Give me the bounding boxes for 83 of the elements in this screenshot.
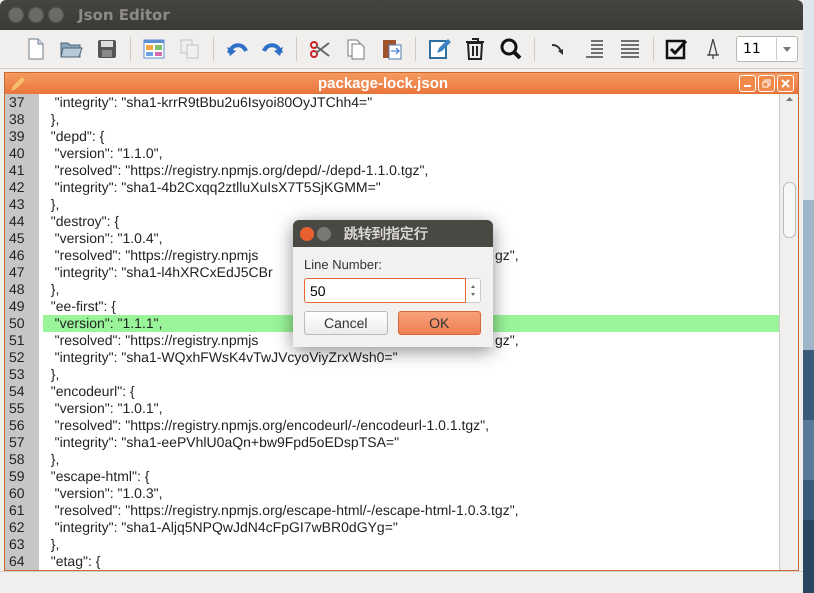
line-number: 48 (5, 281, 39, 298)
line-number-field[interactable]: 50 (304, 278, 466, 303)
trash-icon (463, 37, 487, 61)
line-number: 51 (5, 332, 39, 349)
ok-button[interactable]: OK (398, 311, 481, 335)
line-number: 46 (5, 247, 39, 264)
justify-lines-icon (618, 37, 642, 61)
code-text: "integrity": "sha1-l4hXRCxEdJ5CBr (54, 264, 273, 281)
paste-icon (380, 37, 404, 61)
line-number: 39 (5, 128, 39, 145)
code-text: "resolved": "https://registry.npmjs.org/depd/-/depd-1.1.0.tgz", (54, 162, 428, 179)
scroll-thumb[interactable] (782, 182, 796, 238)
search-icon (499, 37, 523, 61)
document-title: package-lock.json (316, 75, 450, 92)
code-text: "destroy": { (50, 213, 120, 230)
line-number: 62 (5, 519, 39, 536)
code-text: gz", (495, 332, 519, 349)
line-number: 52 (5, 349, 39, 366)
code-text: "integrity": "sha1-4b2Cxqq2ztlluXuIsX7T5SjKGMM=" (54, 179, 381, 196)
line-number: 59 (5, 468, 39, 485)
field-label: Line Number: (304, 257, 384, 272)
code-text: "version": "1.0.3", (54, 485, 162, 502)
code-text: }, (50, 111, 60, 128)
code-text: "resolved": "https://registry.npmjs.org/encodeurl/-/encodeurl-1.0.1.tgz", (54, 417, 490, 434)
line-number: 43 (5, 196, 39, 213)
line-number: 60 (5, 485, 39, 502)
code-text: "integrity": "sha1-Aljq5NPQwJdN4cFpGI7wBR0dGYg=" (54, 519, 398, 536)
code-text: "integrity": "sha1-eePVhlU0aQn+bw9Fpd5oEDspTSA=" (54, 434, 400, 451)
line-number: 58 (5, 451, 39, 468)
line-number: 42 (5, 179, 39, 196)
line-number: 47 (5, 264, 39, 281)
line-number: 40 (5, 145, 39, 162)
code-text: gz", (495, 247, 519, 264)
code-text: "integrity": "sha1-krrR9tBbu2u6Isyoi80OyJTChh4=" (54, 94, 372, 111)
scroll-up-icon (784, 96, 794, 102)
line-number: 54 (5, 383, 39, 400)
checkbox-icon (665, 37, 689, 61)
code-text: "integrity": "sha1-WQxhFWsK4vTwJVcyoViyZrxWsh0=" (54, 349, 398, 366)
search-button[interactable] (498, 36, 524, 62)
minimize-button[interactable] (739, 75, 756, 92)
code-text: "version": "1.1.0", (54, 145, 162, 162)
code-text: }, (50, 536, 60, 553)
dialog-title: 跳转到指定行 (344, 224, 428, 242)
line-number: 37 (5, 94, 39, 111)
line-number: 50 (5, 315, 39, 332)
code-text: "etag": { (50, 553, 100, 570)
line-number: 61 (5, 502, 39, 519)
code-text: "ee-first": { (50, 298, 116, 315)
restore-button[interactable] (758, 75, 775, 92)
code-text: "resolved": "https://registry.npmjs.org/escape-html/-/escape-html-1.0.3.tgz", (54, 502, 519, 519)
line-number: 57 (5, 434, 39, 451)
window-title: Json Editor (78, 6, 170, 24)
line-number: 41 (5, 162, 39, 179)
close-icon (781, 79, 790, 88)
code-text: "version": "1.1.1", (54, 315, 162, 332)
code-text: "depd": { (50, 128, 104, 145)
close-button[interactable] (777, 75, 794, 92)
code-text: "version": "1.0.4", (54, 230, 162, 247)
code-text: "encodeurl": { (50, 383, 135, 400)
line-number: 53 (5, 366, 39, 383)
code-text: }, (50, 281, 60, 298)
line-number: 64 (5, 553, 39, 570)
font-size-combo[interactable]: 11 (736, 36, 798, 62)
code-text: }, (50, 366, 60, 383)
line-number: 56 (5, 417, 39, 434)
line-number: 55 (5, 400, 39, 417)
code-text: "version": "1.0.1", (54, 400, 162, 417)
code-text: }, (50, 196, 60, 213)
restore-icon (762, 79, 771, 88)
grid-icon (142, 37, 166, 61)
line-number: 49 (5, 298, 39, 315)
code-text: "resolved": "https://registry.npmjs (54, 332, 260, 349)
pencil-button[interactable] (426, 36, 452, 62)
close-button[interactable] (300, 226, 314, 240)
line-number: 38 (5, 111, 39, 128)
line-number: 63 (5, 536, 39, 553)
line-number: 45 (5, 230, 39, 247)
line-number: 44 (5, 213, 39, 230)
cancel-button[interactable]: Cancel (304, 311, 388, 335)
code-text: "escape-html": { (50, 468, 150, 485)
code-text: }, (50, 451, 60, 468)
code-text: "resolved": "https://registry.npmjs (54, 247, 260, 264)
pencil-icon (427, 37, 451, 61)
